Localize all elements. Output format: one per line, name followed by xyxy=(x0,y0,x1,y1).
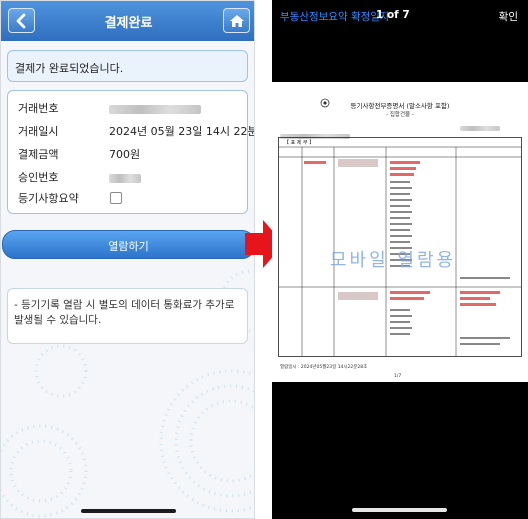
status-message-box: 결제가 완료되었습니다. xyxy=(7,50,248,82)
document-subtitle: - 집합건물 - xyxy=(386,112,414,118)
document-title: 등기사항전부증명서 (말소사항 포함) xyxy=(350,102,450,110)
page-title: 결제완료 xyxy=(104,16,153,31)
row-label: 거래일시 xyxy=(18,125,59,138)
document-page-number: 1/7 xyxy=(394,374,402,379)
viewer-top-bar: 부동산정보요약 확정일자 1 of 7 확인 xyxy=(272,0,528,30)
view-datetime: 열람일시 : 2024년05월23일 14시22분28초 xyxy=(280,365,368,370)
row-value-redacted xyxy=(109,101,201,119)
redacted-id xyxy=(460,126,500,131)
registry-document-page[interactable]: 등기사항전부증명서 (말소사항 포함) - 집합건물 - 【 표 제 부 】 모… xyxy=(272,82,528,382)
page-indicator: 1 of 7 xyxy=(376,9,410,21)
confirm-button[interactable]: 확인 xyxy=(499,9,518,24)
row-label: 거래번호 xyxy=(18,102,59,115)
home-indicator[interactable] xyxy=(81,509,176,513)
registry-summary-checkbox[interactable] xyxy=(110,192,122,204)
document-viewer-screen: 부동산정보요약 확정일자 1 of 7 확인 등기사항전부증명서 (말소사항 포… xyxy=(272,0,528,519)
payment-complete-screen: 결제완료 결제가 완료되었습니다. 거래번호 거래일시 2024년 05월 23… xyxy=(0,0,255,519)
home-button[interactable] xyxy=(223,8,250,33)
row-value: 700원 xyxy=(109,148,141,161)
viewer-title[interactable]: 부동산정보요약 확정일자 xyxy=(280,9,390,24)
home-icon xyxy=(230,15,244,27)
row-label: 승인번호 xyxy=(18,171,59,184)
notice-text: - 등기기록 열람 시 별도의 데이터 통화료가 추가로 발생될 수 있습니다. xyxy=(14,299,235,326)
row-value-redacted xyxy=(109,170,141,188)
notice-box: - 등기기록 열람 시 별도의 데이터 통화료가 추가로 발생될 수 있습니다. xyxy=(7,288,248,344)
row-label: 결제금액 xyxy=(18,148,59,161)
status-message: 결제가 완료되었습니다. xyxy=(15,62,124,75)
view-document-button[interactable]: 열람하기 xyxy=(2,230,254,259)
section-header: 【 표 제 부 】 xyxy=(284,140,315,146)
mobile-view-watermark: 모바일 열람용 xyxy=(330,250,457,271)
row-value: 2024년 05월 23일 14시 22분 xyxy=(109,125,255,138)
app-header: 결제완료 xyxy=(1,1,254,41)
view-document-label: 열람하기 xyxy=(108,240,149,253)
home-indicator[interactable] xyxy=(352,508,447,512)
payment-info-box: 거래번호 거래일시 2024년 05월 23일 14시 22분 결제금액 700… xyxy=(7,90,254,214)
row-label: 등기사항요약 xyxy=(18,192,79,205)
